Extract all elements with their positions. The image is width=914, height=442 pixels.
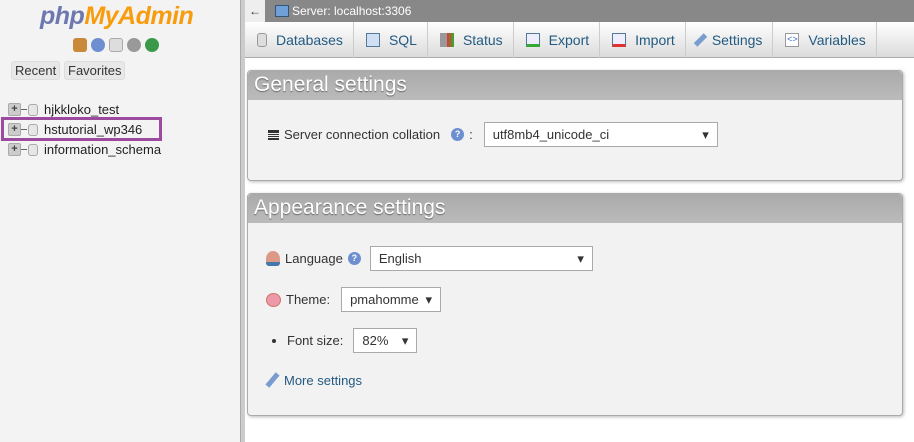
appearance-settings-panel: Appearance settings Language ? English▾ … xyxy=(247,193,903,416)
dropdown-arrow-icon: ▾ xyxy=(702,127,709,143)
tab-status[interactable]: Status xyxy=(428,22,514,58)
phpmyadmin-logo[interactable]: phpMyAdmin xyxy=(40,2,193,31)
tab-variables[interactable]: <> Variables xyxy=(773,22,876,58)
dropdown-arrow-icon: ▾ xyxy=(402,333,409,349)
db-name[interactable]: information_schema xyxy=(44,142,161,157)
highlight-box xyxy=(1,117,162,141)
dropdown-arrow-icon: ▾ xyxy=(577,251,584,267)
sidebar-resizer[interactable] xyxy=(240,0,245,442)
tab-databases[interactable]: Databases xyxy=(245,22,354,58)
variables-icon: <> xyxy=(785,33,799,47)
theme-select[interactable]: pmahomme ▾ xyxy=(341,287,441,312)
wrench-icon xyxy=(265,372,279,387)
wrench-icon xyxy=(694,33,707,46)
language-select[interactable]: English ▾ xyxy=(370,246,593,271)
tab-label: Variables xyxy=(808,32,865,48)
font-size-label: Font size: xyxy=(287,333,343,348)
tab-label: Settings xyxy=(712,32,763,48)
selected-value: pmahomme xyxy=(350,292,419,307)
tab-label: SQL xyxy=(389,32,417,48)
server-breadcrumb[interactable]: Server: localhost:3306 xyxy=(292,4,411,18)
reload-icon[interactable] xyxy=(145,38,159,52)
selected-value: 82% xyxy=(362,333,388,348)
logo-myadmin: MyAdmin xyxy=(84,2,193,30)
tab-label: Databases xyxy=(276,32,343,48)
section-title: General settings xyxy=(248,71,902,100)
help-icon[interactable]: ? xyxy=(451,128,464,141)
expand-icon[interactable]: + xyxy=(8,143,21,156)
help-icon[interactable] xyxy=(91,38,105,52)
tab-import[interactable]: Import xyxy=(600,22,686,58)
server-icon xyxy=(275,5,289,17)
db-tree-item[interactable]: + information_schema xyxy=(8,140,168,159)
database-icon xyxy=(28,104,38,116)
selected-value: utf8mb4_unicode_ci xyxy=(493,127,609,142)
colon: : xyxy=(469,127,473,142)
list-icon xyxy=(268,130,279,140)
recent-button[interactable]: Recent xyxy=(11,61,60,80)
dropdown-arrow-icon: ▾ xyxy=(426,292,433,308)
theme-palette-icon xyxy=(266,293,281,307)
tab-sql[interactable]: SQL xyxy=(354,22,428,58)
main-tabs: Databases SQL Status Export Import Setti… xyxy=(245,22,914,58)
font-size-select[interactable]: 82% ▾ xyxy=(353,328,417,353)
tab-label: Status xyxy=(463,32,503,48)
import-icon xyxy=(612,33,626,47)
gear-icon[interactable] xyxy=(127,38,141,52)
status-chart-icon xyxy=(440,33,454,47)
home-icon[interactable] xyxy=(73,38,87,52)
collation-label: Server connection collation xyxy=(284,127,440,142)
collation-select[interactable]: utf8mb4_unicode_ci ▾ xyxy=(484,122,718,147)
tab-label: Import xyxy=(635,32,675,48)
db-name[interactable]: hjkkloko_test xyxy=(44,102,119,117)
tab-export[interactable]: Export xyxy=(514,22,600,58)
navigation-sidebar: phpMyAdmin Recent Favorites + hjkkloko_te… xyxy=(0,0,240,442)
language-icon xyxy=(266,251,280,266)
language-label: Language xyxy=(285,251,343,266)
tab-settings[interactable]: Settings xyxy=(686,22,774,58)
general-settings-panel: General settings Server connection colla… xyxy=(247,70,903,181)
sql-scroll-icon xyxy=(366,33,380,47)
expand-icon[interactable]: + xyxy=(8,103,21,116)
more-settings-link[interactable]: More settings xyxy=(266,372,362,388)
export-icon xyxy=(526,33,540,47)
logo-php: php xyxy=(40,2,84,30)
docs-icon[interactable] xyxy=(109,38,123,52)
help-icon[interactable]: ? xyxy=(348,252,361,265)
theme-label: Theme: xyxy=(286,292,330,307)
more-settings-label[interactable]: More settings xyxy=(284,373,362,388)
database-icon xyxy=(257,33,267,47)
bullet xyxy=(272,339,276,343)
breadcrumb-bar: ← Server: localhost:3306 xyxy=(245,0,914,22)
database-icon xyxy=(28,144,38,156)
favorites-button[interactable]: Favorites xyxy=(64,61,125,80)
selected-value: English xyxy=(379,251,422,266)
collapse-sidebar-button[interactable]: ← xyxy=(245,0,265,22)
section-title: Appearance settings xyxy=(248,194,902,223)
tab-label: Export xyxy=(549,32,589,48)
